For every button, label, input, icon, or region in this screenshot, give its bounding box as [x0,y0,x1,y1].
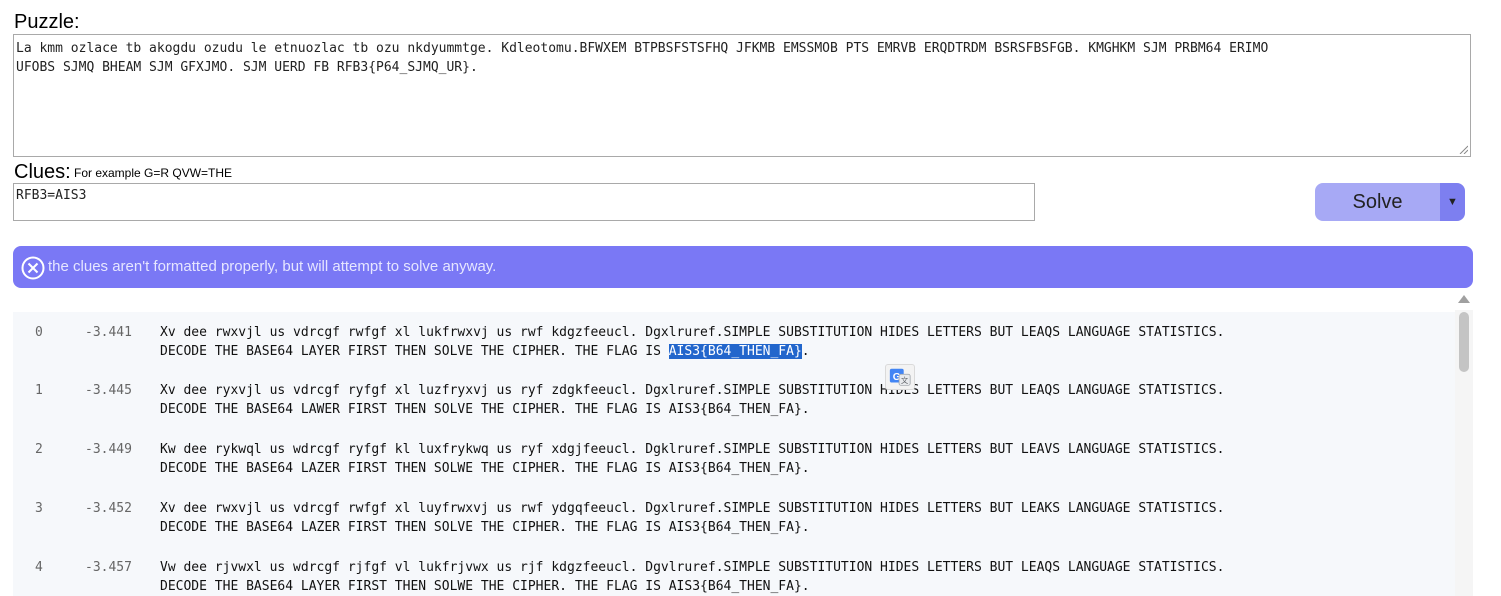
selected-flag-text[interactable]: AIS3{B64_THEN_FA} [668,344,802,359]
scroll-up-arrow-icon[interactable] [1457,293,1471,305]
result-line-1: Kw dee rykwql us wdrcgf ryfgf kl luxfryk… [160,442,1225,457]
result-text: Vw dee rjvwxl us wdrcgf rjfgf vl lukfrjv… [160,558,1224,596]
result-score: -3.452 [85,501,132,516]
result-row[interactable]: 0 -3.441 Xv dee rwxvjl us vdrcgf rwfgf x… [13,312,1455,359]
results-list: 0 -3.441 Xv dee rwxvjl us vdrcgf rwfgf x… [13,312,1455,596]
puzzle-text: La kmm ozlace tb akogdu ozudu le etnuozl… [16,41,1269,75]
result-line-2-end: . [801,344,810,359]
result-text: Xv dee rwxvjl us vdrcgf rwfgf xl luyfrwx… [160,499,1224,537]
result-row[interactable]: 4 -3.457 Vw dee rjvwxl us wdrcgf rjfgf v… [13,547,1455,594]
results-scrollbar-thumb[interactable] [1459,312,1469,372]
circle-x-icon [21,256,45,280]
solve-button-group: Solve ▼ [1315,183,1465,221]
result-row[interactable]: 3 -3.452 Xv dee rwxvjl us vdrcgf rwfgf x… [13,488,1455,535]
clues-input[interactable]: RFB3=AIS3 [13,183,1035,221]
solve-dropdown-button[interactable]: ▼ [1440,183,1465,221]
result-score: -3.457 [85,560,132,575]
result-text: Xv dee rwxvjl us vdrcgf rwfgf xl lukfrwx… [160,323,1224,361]
result-row[interactable]: 2 -3.449 Kw dee rykwql us wdrcgf ryfgf k… [13,429,1455,476]
result-index: 3 [35,501,43,516]
resize-grip-icon[interactable] [1458,144,1468,154]
clues-label: Clues: [14,161,71,183]
error-message: the clues aren't formatted properly, but… [48,258,497,275]
chevron-down-icon: ▼ [1447,196,1458,208]
puzzle-textarea[interactable]: La kmm ozlace tb akogdu ozudu le etnuozl… [13,34,1471,157]
google-translate-icon[interactable]: G 文 [885,364,915,390]
result-score: -3.449 [85,442,132,457]
result-line-2: DECODE THE BASE64 LAYER FIRST THEN SOLVE… [160,344,669,359]
puzzle-label: Puzzle: [14,11,80,33]
result-line-2: DECODE THE BASE64 LAZER FIRST THEN SOLVE… [160,520,810,535]
solve-button[interactable]: Solve [1315,183,1440,221]
result-index: 1 [35,383,43,398]
clues-hint: For example G=R QVW=THE [74,166,233,180]
result-index: 2 [35,442,43,457]
result-line-1: Xv dee rwxvjl us vdrcgf rwfgf xl luyfrwx… [160,501,1225,516]
result-line-1: Xv dee rwxvjl us vdrcgf rwfgf xl lukfrwx… [160,325,1225,340]
result-row[interactable]: 1 -3.445 Xv dee ryxvjl us vdrcgf ryfgf x… [13,370,1455,417]
result-text: Kw dee rykwql us wdrcgf ryfgf kl luxfryk… [160,440,1224,478]
result-line-2: DECODE THE BASE64 LAYER FIRST THEN SOLWE… [160,579,810,594]
error-banner: the clues aren't formatted properly, but… [13,246,1473,288]
result-line-1: Vw dee rjvwxl us wdrcgf rjfgf vl lukfrjv… [160,560,1225,575]
result-index: 0 [35,325,43,340]
result-score: -3.441 [85,325,132,340]
result-line-2: DECODE THE BASE64 LAWER FIRST THEN SOLVE… [160,402,810,417]
clues-value: RFB3=AIS3 [16,188,87,203]
svg-text:文: 文 [901,376,909,385]
result-text: Xv dee ryxvjl us vdrcgf ryfgf xl luzfryx… [160,381,1224,419]
result-line-1: Xv dee ryxvjl us vdrcgf ryfgf xl luzfryx… [160,383,1225,398]
result-score: -3.445 [85,383,132,398]
result-index: 4 [35,560,43,575]
result-line-2: DECODE THE BASE64 LAZER FIRST THEN SOLWE… [160,461,810,476]
